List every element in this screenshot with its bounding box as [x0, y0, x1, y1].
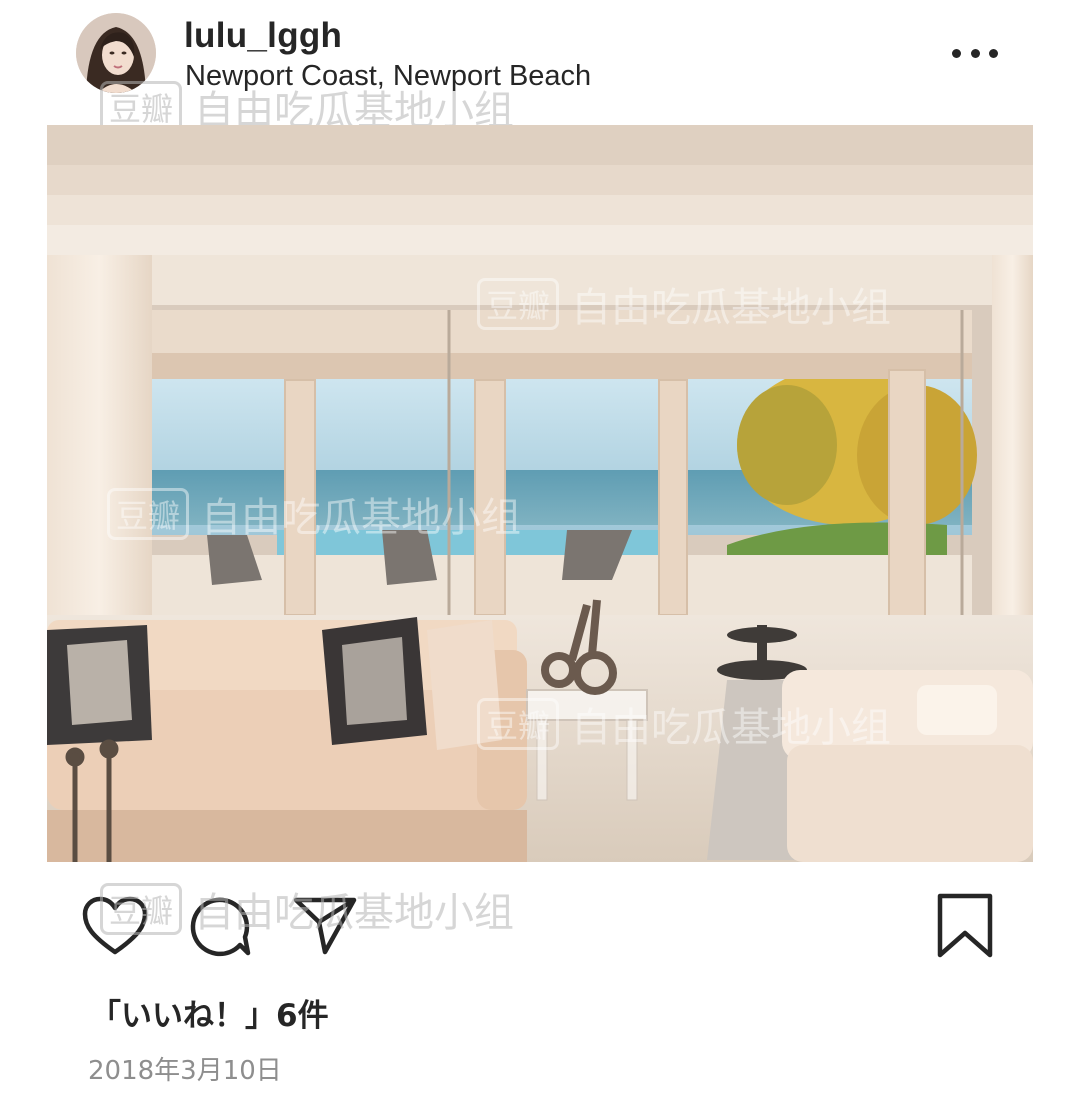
bookmark-icon	[937, 893, 993, 958]
watermark-logo: 豆瓣	[477, 278, 560, 330]
watermark-logo: 豆瓣	[100, 883, 183, 935]
watermark-text: 自由吃瓜基地小组	[571, 285, 892, 331]
more-options-icon[interactable]	[952, 38, 998, 68]
post-image[interactable]: 豆瓣 自由吃瓜基地小组 豆瓣 自由吃瓜基地小组 豆瓣 自由吃瓜基地小组	[47, 125, 1033, 862]
likes-count[interactable]: 「いいね！」6件	[90, 990, 329, 1035]
post-date: 2018年3月10日	[88, 1056, 282, 1086]
username[interactable]: lulu_lggh	[184, 16, 342, 56]
save-button[interactable]	[936, 893, 994, 959]
watermark: 豆瓣 自由吃瓜基地小组	[100, 880, 514, 938]
watermark-text: 自由吃瓜基地小组	[201, 495, 522, 541]
dot	[989, 48, 998, 58]
watermark-text: 自由吃瓜基地小组	[571, 705, 892, 751]
watermark: 豆瓣 自由吃瓜基地小组	[477, 695, 891, 753]
watermark-logo: 豆瓣	[477, 698, 560, 750]
dot	[952, 48, 961, 58]
watermark: 豆瓣 自由吃瓜基地小组	[477, 275, 891, 333]
watermark-logo: 豆瓣	[107, 488, 190, 540]
watermark-text: 自由吃瓜基地小组	[194, 890, 515, 936]
watermark: 豆瓣 自由吃瓜基地小组	[107, 485, 521, 543]
dot	[970, 48, 980, 58]
